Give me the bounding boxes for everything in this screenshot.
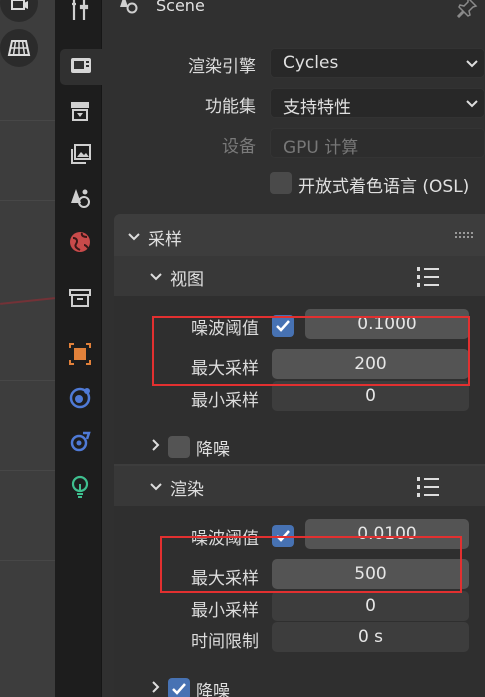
image-stack-icon — [68, 142, 92, 171]
world-tab[interactable] — [60, 226, 100, 262]
properties-panel: Scene 渲染引擎 Cycles 功能集 支持特性 设备 GPU 计算 开放式… — [102, 0, 485, 697]
feature-set-dropdown[interactable]: 支持特性 — [270, 88, 485, 118]
chevron-down-icon[interactable] — [126, 229, 142, 250]
sampling-title[interactable]: 采样 — [148, 225, 182, 250]
vp-noise-threshold-value: 0.1000 — [357, 314, 417, 334]
checkmark-icon — [276, 320, 290, 332]
r-denoise-checkbox[interactable] — [168, 678, 190, 697]
vp-denoise-checkbox[interactable] — [168, 436, 190, 458]
properties-tab-bar — [55, 0, 102, 697]
r-time-limit-value: 0 s — [357, 627, 384, 647]
ortho-grid-icon[interactable] — [0, 29, 38, 67]
modifier-tab[interactable] — [60, 382, 100, 418]
feature-set-value: 支持特性 — [283, 98, 351, 118]
render-camera-back-icon — [69, 53, 93, 82]
vp-noise-threshold-checkbox[interactable] — [272, 315, 294, 337]
chevron-down-icon — [148, 479, 164, 500]
object-square-icon — [68, 342, 92, 371]
list-options-icon[interactable] — [415, 475, 441, 504]
r-time-limit-field[interactable]: 0 s — [272, 622, 469, 652]
header-title: Scene — [156, 0, 205, 15]
checkmark-icon — [172, 683, 186, 695]
device-label: 设备 — [222, 137, 256, 157]
orbit-circle-icon — [68, 386, 92, 415]
r-max-samples-field[interactable]: 500 — [272, 559, 469, 589]
physics-orbit-icon — [68, 430, 92, 459]
vp-noise-threshold-field[interactable]: 0.1000 — [305, 309, 469, 339]
drag-handle-icon[interactable] — [454, 228, 474, 248]
vp-max-samples-value: 200 — [354, 354, 387, 374]
r-noise-threshold-field[interactable]: 0.0100 — [305, 519, 469, 549]
osl-label: 开放式着色语言 (OSL) — [298, 177, 470, 197]
object-data-tab[interactable] — [60, 470, 100, 506]
panel-header: Scene — [102, 0, 485, 24]
output-tab[interactable] — [60, 95, 100, 131]
light-bulb-icon — [68, 474, 92, 503]
chevron-down-icon — [464, 95, 480, 116]
vp-max-samples-field[interactable]: 200 — [272, 349, 469, 379]
r-min-samples-label: 最小采样 — [191, 601, 259, 621]
vp-min-samples-field[interactable]: 0 — [272, 381, 469, 411]
printer-icon — [68, 99, 92, 128]
r-noise-threshold-value: 0.0100 — [357, 524, 417, 544]
chevron-right-icon[interactable] — [148, 437, 164, 458]
object-tab[interactable] — [60, 338, 100, 374]
vp-min-samples-value: 0 — [365, 386, 376, 406]
pin-icon[interactable] — [456, 0, 478, 23]
r-min-samples-field[interactable]: 0 — [272, 591, 469, 621]
vp-max-samples-label: 最大采样 — [191, 359, 259, 379]
scene-tab[interactable] — [60, 182, 100, 218]
r-min-samples-value: 0 — [365, 596, 376, 616]
camera-view-icon[interactable] — [0, 0, 38, 22]
chevron-down-icon — [148, 269, 164, 290]
device-dropdown[interactable]: GPU 计算 — [270, 128, 485, 158]
osl-checkbox[interactable] — [270, 172, 292, 194]
r-noise-threshold-checkbox[interactable] — [272, 525, 294, 547]
render-tab[interactable] — [60, 49, 102, 85]
vp-min-samples-label: 最小采样 — [191, 391, 259, 411]
render-engine-label: 渲染引擎 — [188, 57, 256, 77]
r-denoise-label[interactable]: 降噪 — [196, 677, 230, 697]
feature-set-label: 功能集 — [205, 97, 256, 117]
r-max-samples-value: 500 — [354, 564, 387, 584]
tool-tab[interactable] — [60, 0, 100, 30]
render-engine-dropdown[interactable]: Cycles — [270, 48, 485, 78]
physics-tab[interactable] — [60, 426, 100, 462]
render-title[interactable]: 渲染 — [170, 475, 204, 500]
tool-icon — [68, 0, 92, 27]
collection-tab[interactable] — [60, 282, 100, 318]
chevron-right-icon[interactable] — [148, 679, 164, 697]
device-value: GPU 计算 — [283, 138, 359, 158]
r-noise-threshold-label: 噪波阈值 — [191, 529, 259, 549]
chevron-down-icon — [464, 55, 480, 76]
scene-shapes-icon — [68, 186, 92, 215]
globe-icon — [68, 230, 92, 259]
viewport-title[interactable]: 视图 — [170, 265, 204, 290]
scene-icon — [118, 0, 142, 23]
3d-viewport[interactable] — [0, 0, 55, 697]
vp-denoise-label[interactable]: 降噪 — [196, 435, 230, 460]
r-time-limit-label: 时间限制 — [191, 632, 259, 652]
view-layer-tab[interactable] — [60, 138, 100, 174]
r-max-samples-label: 最大采样 — [191, 569, 259, 589]
vp-noise-threshold-label: 噪波阈值 — [191, 319, 259, 339]
checkmark-icon — [276, 530, 290, 542]
list-options-icon[interactable] — [415, 265, 441, 294]
render-engine-value: Cycles — [283, 53, 339, 73]
archive-box-icon — [68, 286, 92, 315]
